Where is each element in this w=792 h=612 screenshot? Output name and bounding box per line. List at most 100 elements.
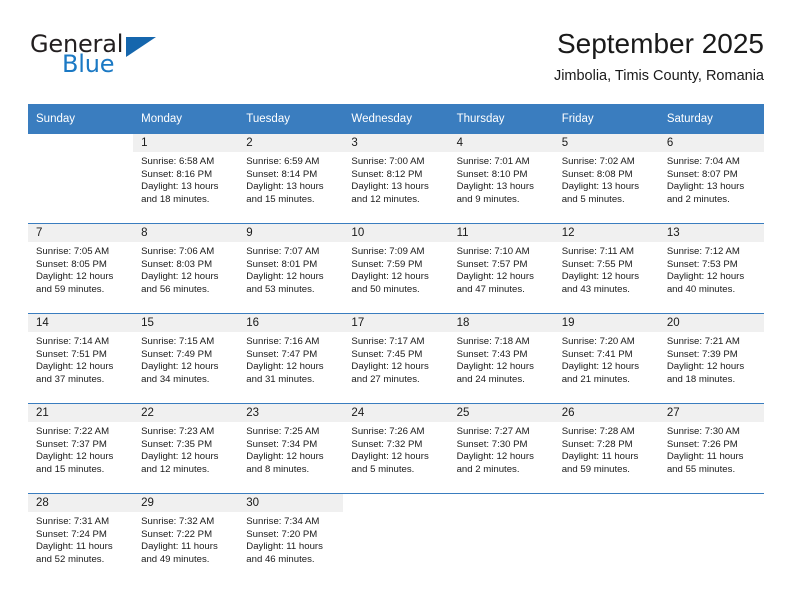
daylight-duration-line2: and 40 minutes. — [666, 283, 736, 295]
sunset-time: Sunset: 7:34 PM — [246, 438, 318, 450]
daylight-duration-line1: Daylight: 12 hours — [141, 361, 219, 373]
calendar-day-cell[interactable]: 24 Sunrise: 7:26 AM Sunset: 7:32 PM Dayligh… — [343, 404, 449, 493]
daylight-duration-line2: and 52 minutes. — [36, 553, 105, 565]
day-details: Sunrise: 7:10 AM Sunset: 7:57 PM Daylight:… — [449, 242, 554, 296]
calendar-day-cell-empty — [28, 134, 133, 223]
day-details: Sunrise: 7:26 AM Sunset: 7:32 PM Daylight:… — [343, 422, 448, 476]
calendar-day-cell[interactable]: 6 Sunrise: 7:04 AM Sunset: 8:07 PM Daylight… — [658, 134, 764, 223]
calendar-day-cell[interactable]: 15 Sunrise: 7:15 AM Sunset: 7:49 PM Dayligh… — [133, 314, 239, 403]
daylight-duration-line1: Daylight: 13 hours — [561, 181, 640, 193]
calendar-day-cell-empty — [343, 494, 448, 583]
calendar-day-cell[interactable]: 7 Sunrise: 7:05 AM Sunset: 8:05 PM Daylight… — [28, 224, 134, 313]
calendar-week-row: 21 Sunrise: 7:22 AM Sunset: 7:37 PM Dayligh… — [28, 403, 764, 494]
calendar-day-cell[interactable]: 12 Sunrise: 7:11 AM Sunset: 7:55 PM Dayligh… — [553, 224, 659, 313]
sunset-time: Sunset: 7:32 PM — [351, 438, 423, 450]
sunset-time: Sunset: 7:24 PM — [36, 528, 107, 540]
day-number — [28, 134, 133, 152]
day-number — [659, 494, 764, 512]
calendar-day-cell[interactable]: 13 Sunrise: 7:12 AM Sunset: 7:53 PM Dayligh… — [658, 224, 764, 313]
sunset-time: Sunset: 7:35 PM — [141, 438, 213, 450]
daylight-duration-line1: Daylight: 12 hours — [456, 361, 534, 373]
day-number: 3 — [343, 134, 449, 152]
calendar-day-cell[interactable]: 14 Sunrise: 7:14 AM Sunset: 7:51 PM Dayligh… — [28, 314, 134, 403]
calendar-day-cell[interactable]: 5 Sunrise: 7:02 AM Sunset: 8:08 PM Daylight… — [553, 134, 659, 223]
sunset-time: Sunset: 7:28 PM — [561, 438, 633, 450]
calendar-day-cell[interactable]: 21 Sunrise: 7:22 AM Sunset: 7:37 PM Dayligh… — [28, 404, 134, 493]
day-details: Sunrise: 7:05 AM Sunset: 8:05 PM Daylight:… — [28, 242, 133, 296]
calendar-day-cell-empty — [659, 494, 764, 583]
daylight-duration-line1: Daylight: 13 hours — [246, 181, 324, 193]
daylight-duration-line1: Daylight: 11 hours — [561, 451, 639, 463]
calendar-day-cell[interactable]: 30 Sunrise: 7:34 AM Sunset: 7:20 PM Dayligh… — [238, 494, 344, 583]
calendar-day-cell[interactable]: 11 Sunrise: 7:10 AM Sunset: 7:57 PM Dayligh… — [448, 224, 554, 313]
daylight-duration-line2: and 59 minutes. — [36, 283, 105, 295]
weekday-header-monday: Monday — [133, 104, 239, 134]
day-details: Sunrise: 7:07 AM Sunset: 8:01 PM Daylight:… — [238, 242, 343, 296]
day-number: 19 — [553, 314, 659, 332]
calendar-day-cell[interactable]: 18 Sunrise: 7:18 AM Sunset: 7:43 PM Dayligh… — [448, 314, 554, 403]
day-number: 20 — [658, 314, 764, 332]
daylight-duration-line2: and 15 minutes. — [36, 463, 105, 475]
daylight-duration-line2: and 37 minutes. — [36, 373, 105, 385]
sunset-time: Sunset: 7:41 PM — [561, 348, 633, 360]
sunrise-time: Sunrise: 7:31 AM — [36, 516, 110, 527]
weekday-header-friday: Friday — [553, 104, 659, 134]
day-number: 30 — [238, 494, 344, 512]
calendar-body: 1 Sunrise: 6:58 AM Sunset: 8:16 PM Daylight… — [28, 134, 764, 583]
calendar-day-cell[interactable]: 8 Sunrise: 7:06 AM Sunset: 8:03 PM Daylight… — [133, 224, 239, 313]
calendar-day-cell[interactable]: 9 Sunrise: 7:07 AM Sunset: 8:01 PM Daylight… — [238, 224, 344, 313]
day-details: Sunrise: 7:12 AM Sunset: 7:53 PM Daylight:… — [659, 242, 764, 296]
day-number: 10 — [343, 224, 449, 242]
sunrise-time: Sunrise: 7:10 AM — [456, 246, 530, 257]
day-number: 9 — [238, 224, 344, 242]
daylight-duration-line2: and 12 minutes. — [351, 193, 420, 205]
sunrise-time: Sunrise: 7:01 AM — [456, 156, 530, 167]
day-number: 18 — [448, 314, 554, 332]
calendar-day-cell[interactable]: 22 Sunrise: 7:23 AM Sunset: 7:35 PM Dayligh… — [133, 404, 239, 493]
calendar-day-cell[interactable]: 29 Sunrise: 7:32 AM Sunset: 7:22 PM Dayligh… — [133, 494, 239, 583]
daylight-duration-line1: Daylight: 12 hours — [246, 451, 324, 463]
day-details: Sunrise: 7:04 AM Sunset: 8:07 PM Daylight:… — [659, 152, 764, 206]
calendar-day-cell[interactable]: 1 Sunrise: 6:58 AM Sunset: 8:16 PM Daylight… — [133, 134, 239, 223]
calendar-day-cell[interactable]: 23 Sunrise: 7:25 AM Sunset: 7:34 PM Dayligh… — [238, 404, 344, 493]
calendar-day-cell[interactable]: 28 Sunrise: 7:31 AM Sunset: 7:24 PM Dayligh… — [28, 494, 134, 583]
calendar-day-cell[interactable]: 27 Sunrise: 7:30 AM Sunset: 7:26 PM Dayligh… — [658, 404, 764, 493]
daylight-duration-line1: Daylight: 12 hours — [36, 271, 114, 283]
daylight-duration-line1: Daylight: 12 hours — [351, 361, 429, 373]
day-number: 29 — [133, 494, 239, 512]
day-details: Sunrise: 7:15 AM Sunset: 7:49 PM Daylight:… — [133, 332, 238, 386]
daylight-duration-line2: and 5 minutes. — [561, 193, 625, 205]
calendar-day-cell[interactable]: 4 Sunrise: 7:01 AM Sunset: 8:10 PM Daylight… — [448, 134, 554, 223]
daylight-duration-line2: and 55 minutes. — [666, 463, 736, 475]
sunset-time: Sunset: 8:07 PM — [666, 168, 738, 180]
calendar-day-cell[interactable]: 26 Sunrise: 7:28 AM Sunset: 7:28 PM Dayligh… — [553, 404, 659, 493]
calendar-day-cell[interactable]: 25 Sunrise: 7:27 AM Sunset: 7:30 PM Dayligh… — [448, 404, 554, 493]
daylight-duration-line1: Daylight: 11 hours — [246, 541, 323, 553]
sunrise-time: Sunrise: 7:14 AM — [36, 336, 110, 347]
day-number: 15 — [133, 314, 239, 332]
calendar-day-cell[interactable]: 10 Sunrise: 7:09 AM Sunset: 7:59 PM Dayligh… — [343, 224, 449, 313]
calendar-day-cell[interactable]: 20 Sunrise: 7:21 AM Sunset: 7:39 PM Dayligh… — [658, 314, 764, 403]
sunrise-time: Sunrise: 7:15 AM — [141, 336, 215, 347]
calendar-day-cell[interactable]: 19 Sunrise: 7:20 AM Sunset: 7:41 PM Dayligh… — [553, 314, 659, 403]
daylight-duration-line2: and 18 minutes. — [666, 373, 736, 385]
day-details: Sunrise: 7:28 AM Sunset: 7:28 PM Daylight:… — [554, 422, 659, 476]
calendar-day-cell[interactable]: 3 Sunrise: 7:00 AM Sunset: 8:12 PM Daylight… — [343, 134, 449, 223]
sunset-time: Sunset: 7:20 PM — [246, 528, 318, 540]
sunrise-time: Sunrise: 7:25 AM — [246, 426, 320, 437]
sunset-time: Sunset: 7:37 PM — [36, 438, 107, 450]
sunrise-time: Sunrise: 7:22 AM — [36, 426, 110, 437]
calendar-day-cell[interactable]: 2 Sunrise: 6:59 AM Sunset: 8:14 PM Daylight… — [238, 134, 344, 223]
weekday-header-thursday: Thursday — [448, 104, 554, 134]
daylight-duration-line2: and 24 minutes. — [456, 373, 525, 385]
brand-logo[interactable]: General Blue — [28, 26, 248, 90]
sunrise-time: Sunrise: 7:12 AM — [666, 246, 740, 257]
day-number: 17 — [343, 314, 449, 332]
calendar-day-cell[interactable]: 16 Sunrise: 7:16 AM Sunset: 7:47 PM Dayligh… — [238, 314, 344, 403]
day-number: 2 — [238, 134, 344, 152]
daylight-duration-line1: Daylight: 13 hours — [666, 181, 745, 193]
day-number: 22 — [133, 404, 239, 422]
daylight-duration-line1: Daylight: 12 hours — [246, 271, 324, 283]
day-details: Sunrise: 7:17 AM Sunset: 7:45 PM Daylight:… — [343, 332, 448, 386]
calendar-day-cell[interactable]: 17 Sunrise: 7:17 AM Sunset: 7:45 PM Dayligh… — [343, 314, 449, 403]
